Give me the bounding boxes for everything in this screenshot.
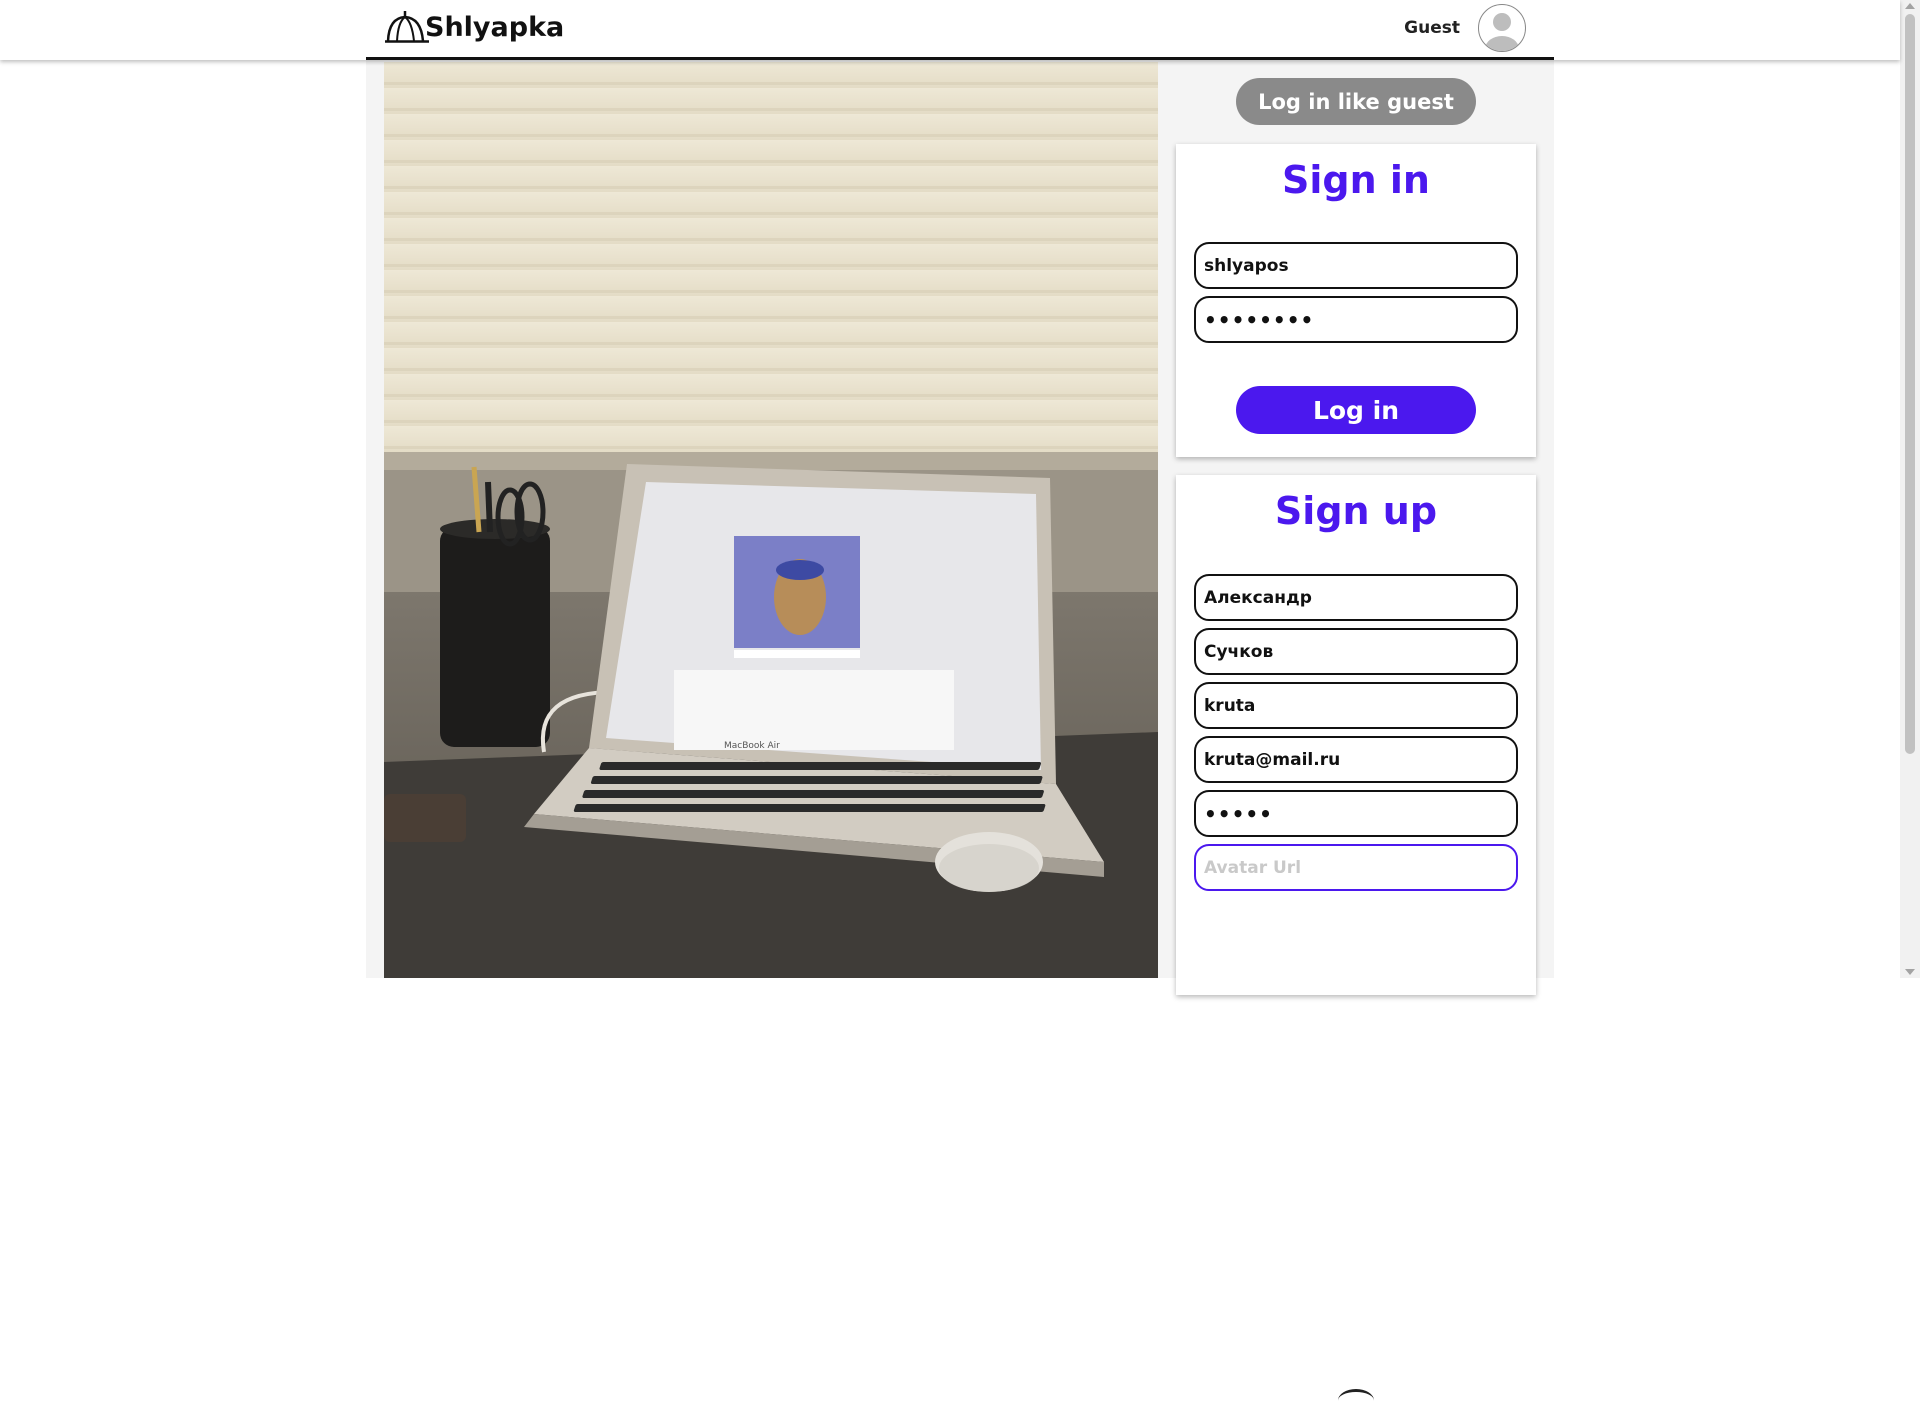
sign-in-title: Sign in — [1282, 158, 1430, 202]
scroll-up-arrow-icon[interactable] — [1905, 3, 1915, 9]
header-inner: Shlyapka Guest — [366, 0, 1554, 60]
logo-text: Shlyapka — [425, 11, 565, 43]
sign-up-title: Sign up — [1274, 489, 1438, 533]
email-input[interactable] — [1194, 736, 1518, 783]
auth-panel: Log in like guest Sign in Log in Sign up — [1176, 60, 1538, 1392]
first-name-input[interactable] — [1194, 574, 1518, 621]
last-name-input[interactable] — [1194, 628, 1518, 675]
sign-in-password-input[interactable] — [1194, 296, 1518, 343]
sign-up-password-input[interactable] — [1194, 790, 1518, 837]
main-content: MacBook Air Log in like guest Sign in Lo… — [366, 60, 1554, 1392]
user-avatar-icon — [1485, 13, 1519, 51]
sign-in-login-input[interactable] — [1194, 242, 1518, 289]
page-scrollbar[interactable] — [1900, 0, 1920, 978]
avatar[interactable] — [1478, 4, 1526, 52]
scroll-down-arrow-icon[interactable] — [1905, 969, 1915, 975]
scroll-thumb[interactable] — [1905, 14, 1915, 754]
hat-icon — [385, 11, 429, 43]
username-input[interactable] — [1194, 682, 1518, 729]
sign-in-card: Sign in Log in — [1176, 144, 1536, 457]
sign-up-submit-button-edge[interactable] — [1338, 1389, 1374, 1412]
log-in-button[interactable]: Log in — [1236, 386, 1476, 434]
top-header: Shlyapka Guest — [0, 0, 1900, 60]
log-in-as-guest-button[interactable]: Log in like guest — [1236, 78, 1476, 125]
user-name: Guest — [1404, 18, 1460, 38]
avatar-url-input[interactable] — [1194, 844, 1518, 891]
logo-link[interactable]: Shlyapka — [385, 10, 564, 44]
hero-image: MacBook Air — [384, 62, 1158, 978]
laptop-brand-label: MacBook Air — [724, 741, 780, 751]
sign-up-card: Sign up — [1176, 475, 1536, 1392]
